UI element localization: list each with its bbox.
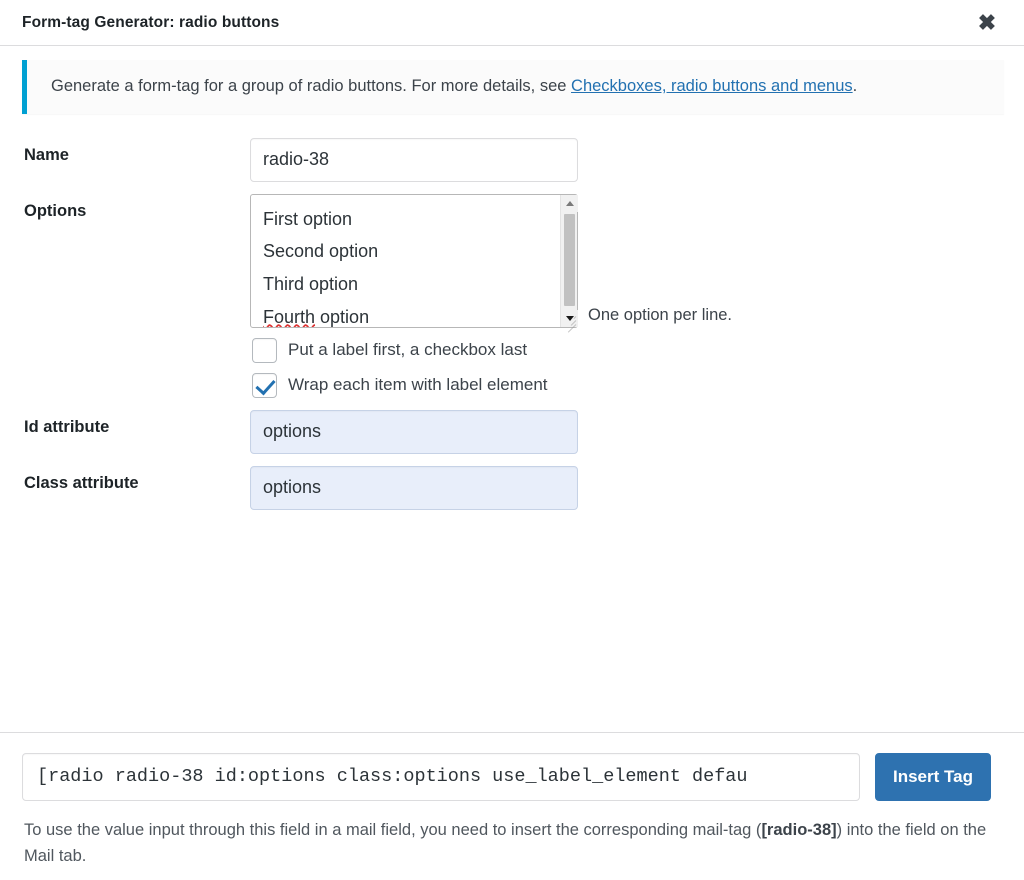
generated-tag-input[interactable] [22, 752, 860, 801]
label-first-checkbox[interactable] [252, 337, 277, 363]
label-id-attribute: Id attribute [24, 417, 110, 436]
options-textarea[interactable]: First option Second option Third option … [250, 193, 578, 328]
mail-tag-note-part1: To use the value input through this fiel… [24, 820, 762, 839]
docs-link[interactable]: Checkboxes, radio buttons and menus [571, 77, 853, 95]
notice-text-after: . [852, 77, 858, 95]
insert-tag-button[interactable]: Insert Tag [875, 752, 991, 801]
checkbox-row-wrap-label[interactable]: Wrap each item with label element [252, 372, 1004, 398]
notice-text-before: Generate a form-tag for a group of radio… [51, 77, 572, 95]
wrap-label-checkbox-label[interactable]: Wrap each item with label element [288, 375, 548, 395]
scrollbar-thumb[interactable] [564, 213, 575, 306]
option-line-misspelled: Fourth [263, 306, 316, 327]
id-attribute-input[interactable] [250, 409, 578, 454]
form-row-options: Options First option Second option Third… [22, 188, 1004, 404]
wrap-label-checkbox[interactable] [252, 372, 277, 398]
option-line-rest: option [315, 306, 370, 327]
name-input[interactable] [250, 137, 578, 182]
options-textarea-holder: First option Second option Third option … [250, 193, 578, 333]
resize-grip-icon[interactable] [564, 314, 577, 333]
form-row-name: Name [22, 132, 1004, 188]
label-class-attribute: Class attribute [24, 473, 139, 492]
dialog-body: Generate a form-tag for a group of radio… [0, 46, 1024, 732]
form-tag-generator-dialog: Form-tag Generator: radio buttons ✖ Gene… [0, 0, 1024, 880]
scroll-up-icon[interactable] [561, 194, 578, 212]
option-line: Second option [263, 241, 379, 262]
label-options: Options [24, 201, 87, 220]
info-notice: Generate a form-tag for a group of radio… [22, 60, 1004, 114]
close-icon[interactable]: ✖ [970, 6, 1004, 40]
mail-tag-note: To use the value input through this fiel… [24, 817, 1004, 870]
class-attribute-input[interactable] [250, 465, 578, 510]
tag-output-row: Insert Tag [22, 752, 1004, 801]
label-first-checkbox-label[interactable]: Put a label first, a checkbox last [288, 340, 527, 360]
form-row-id-attribute: Id attribute [22, 404, 1004, 460]
options-field-group: First option Second option Third option … [250, 193, 1004, 333]
label-name: Name [24, 145, 69, 164]
dialog-header: Form-tag Generator: radio buttons ✖ [0, 0, 1024, 46]
option-line: Third option [263, 273, 359, 294]
options-scrollbar[interactable] [560, 194, 578, 327]
option-line: First option [263, 208, 353, 229]
checkbox-row-label-first[interactable]: Put a label first, a checkbox last [252, 337, 1004, 363]
options-hint: One option per line. [588, 305, 733, 324]
dialog-footer: Insert Tag To use the value input throug… [0, 731, 1024, 880]
form-row-class-attribute: Class attribute [22, 460, 1004, 516]
form-fields-table: Name Options First option Second option … [22, 132, 1004, 516]
mail-tag-code: [radio-38] [761, 820, 837, 839]
page-title: Form-tag Generator: radio buttons [22, 13, 280, 31]
